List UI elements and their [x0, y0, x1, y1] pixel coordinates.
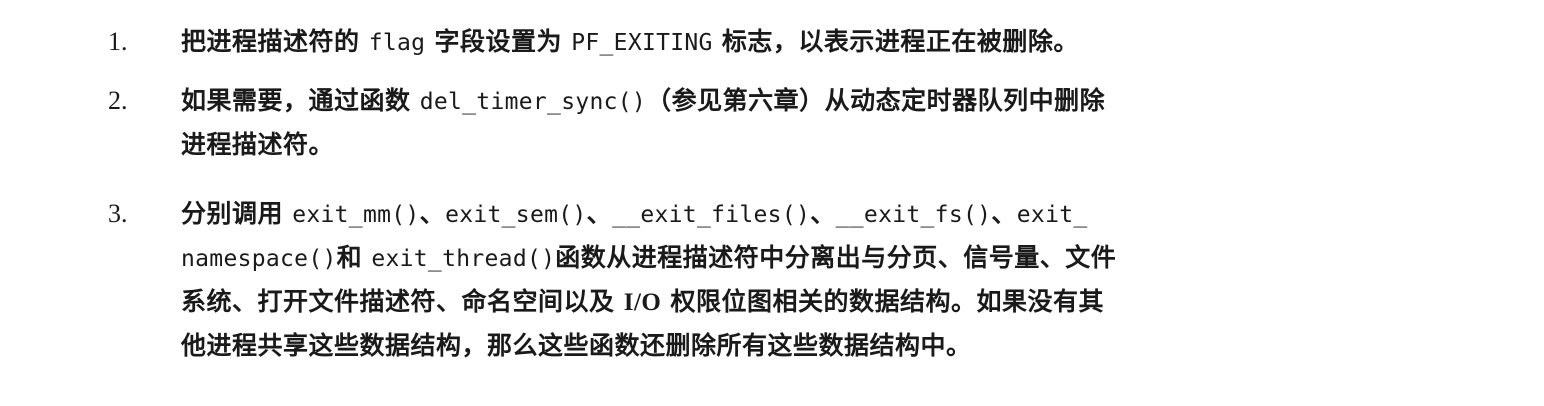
list-item-number: 2. — [108, 86, 128, 115]
text-run: 、 — [810, 199, 836, 228]
text-run: 、 — [991, 199, 1017, 228]
text-run: 、 — [586, 199, 613, 228]
text-line: 把进程描述符的 flag 字段设置为 PF_EXITING 标志，以表示进程正在… — [181, 20, 1321, 64]
code-run: __exit_files() — [612, 202, 811, 228]
list-item-number: 1. — [108, 27, 128, 56]
text-run: I/O — [623, 289, 662, 316]
text-line: 他进程共享这些数据结构，那么这些函数还删除所有这些数据结构中。 — [181, 324, 1321, 368]
code-run: __exit_fs() — [835, 202, 992, 228]
text-run: 如果需要，通过函数 — [181, 86, 420, 115]
text-run: 系统、打开文件描述符、命名空间以及 — [181, 287, 624, 316]
text-line: 进程描述符。 — [181, 123, 1321, 167]
text-run: 分别调用 — [181, 199, 293, 228]
text-run: 进程描述符。 — [181, 130, 335, 159]
code-run: exit_mm() — [292, 202, 420, 228]
code-run: del_timer_sync() — [419, 89, 647, 115]
text-line: namespace()和 exit_thread()函数从进程描述符中分离出与分… — [181, 236, 1321, 280]
list-item-text: 把进程描述符的 flag 字段设置为 PF_EXITING 标志，以表示进程正在… — [181, 20, 1321, 64]
text-line: 如果需要，通过函数 del_timer_sync()（参见第六章）从动态定时器队… — [181, 79, 1321, 123]
document-page: 1. 把进程描述符的 flag 字段设置为 PF_EXITING 标志，以表示进… — [0, 0, 1544, 406]
list-item-text: 分别调用 exit_mm()、exit_sem()、__exit_files()… — [181, 192, 1321, 368]
text-run: （参见第六章）从动态定时器队列中删除 — [646, 86, 1106, 115]
code-run: exit_ — [1016, 202, 1088, 228]
text-run: 把进程描述符的 — [181, 27, 369, 56]
code-run: namespace() — [181, 246, 337, 272]
text-run: 标志，以表示进程正在被删除。 — [712, 27, 1079, 56]
list-item-text: 如果需要，通过函数 del_timer_sync()（参见第六章）从动态定时器队… — [181, 79, 1321, 167]
code-run: exit_thread() — [371, 246, 556, 272]
text-line: 系统、打开文件描述符、命名空间以及 I/O 权限位图相关的数据结构。如果没有其 — [181, 280, 1321, 324]
text-run: 他进程共享这些数据结构，那么这些函数还删除所有这些数据结构中。 — [181, 331, 972, 360]
text-run: 和 — [336, 243, 372, 272]
code-run: exit_sem() — [445, 202, 587, 228]
code-run: flag — [368, 30, 426, 56]
text-run: 、 — [419, 199, 446, 228]
list-item-number: 3. — [108, 199, 128, 228]
text-run: 字段设置为 — [425, 27, 572, 56]
code-run: PF_EXITING — [571, 30, 713, 56]
text-run: 函数从进程描述符中分离出与分页、信号量、文件 — [555, 243, 1117, 272]
text-run: 权限位图相关的数据结构。如果没有其 — [661, 287, 1105, 316]
text-line: 分别调用 exit_mm()、exit_sem()、__exit_files()… — [181, 192, 1321, 236]
